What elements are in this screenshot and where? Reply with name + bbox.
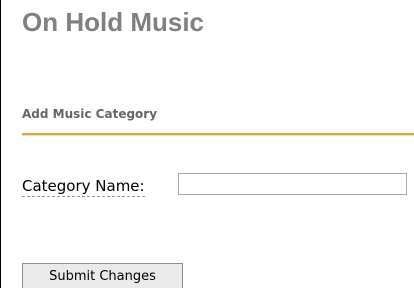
category-name-input[interactable] (178, 173, 407, 195)
page-frame: On Hold Music Add Music Category Categor… (0, 0, 414, 288)
page-title: On Hold Music (22, 7, 204, 37)
category-name-label: Category Name: (22, 177, 145, 197)
section-divider-shadow (22, 135, 414, 136)
submit-changes-button[interactable]: Submit Changes (22, 263, 183, 288)
left-border-divider (0, 0, 1, 288)
section-heading: Add Music Category (22, 107, 158, 121)
